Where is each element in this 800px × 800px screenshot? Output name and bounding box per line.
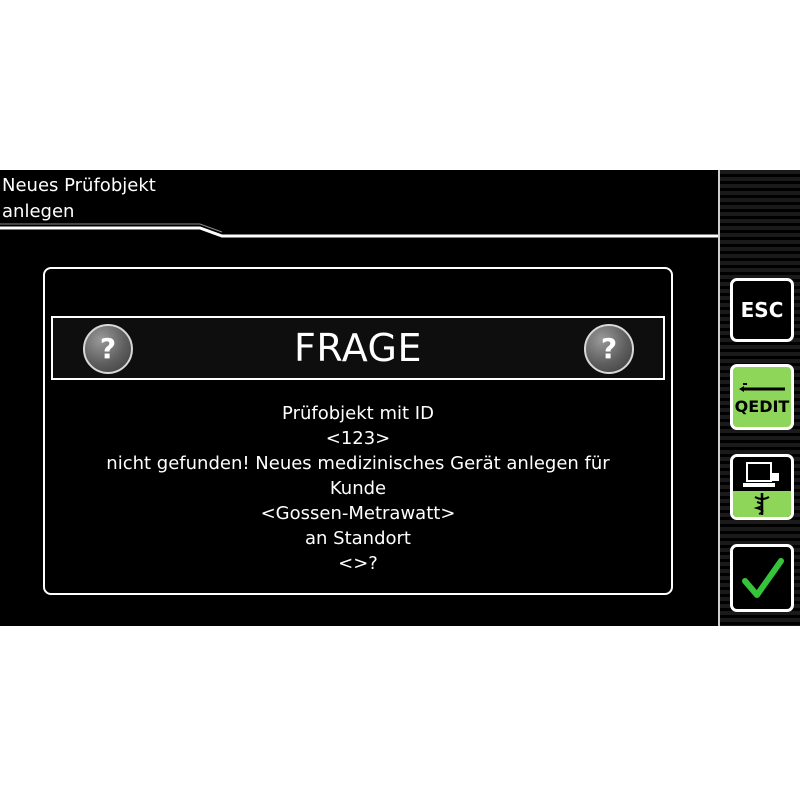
checkmark-icon [742,558,784,598]
dialog-title: FRAGE [293,326,422,370]
caduceus-icon [753,493,770,515]
softkey-panel: ESC QEDIT [718,170,800,626]
confirm-button[interactable] [730,544,794,612]
message-line: an Standort [305,528,411,549]
computer-icon [743,462,779,487]
message-line: <123> [325,428,391,449]
qedit-label: QEDIT [734,397,790,416]
qedit-button[interactable]: QEDIT [730,364,794,430]
dialog-message: Prüfobjekt mit ID <123> nicht gefunden! … [45,401,671,576]
device-screen: Neues Prüfobjekt anlegen ? FRAGE ? Prüfo… [0,170,800,626]
device-status-strip [733,491,791,517]
esc-button[interactable]: ESC [730,278,794,342]
medical-device-button[interactable] [730,454,794,520]
message-line: <>? [338,553,378,574]
message-line: <Gossen-Metrawatt> [260,503,456,524]
message-line: Kunde [329,478,387,499]
message-line: Prüfobjekt mit ID [282,403,434,424]
message-line: nicht gefunden! Neues medizinisches Gerä… [106,453,610,474]
question-icon: ? [584,324,634,374]
header-divider [0,223,718,238]
dialog-header: ? FRAGE ? [51,316,665,380]
question-dialog: ? FRAGE ? Prüfobjekt mit ID <123> nicht … [43,267,673,595]
pen-icon [739,383,785,392]
